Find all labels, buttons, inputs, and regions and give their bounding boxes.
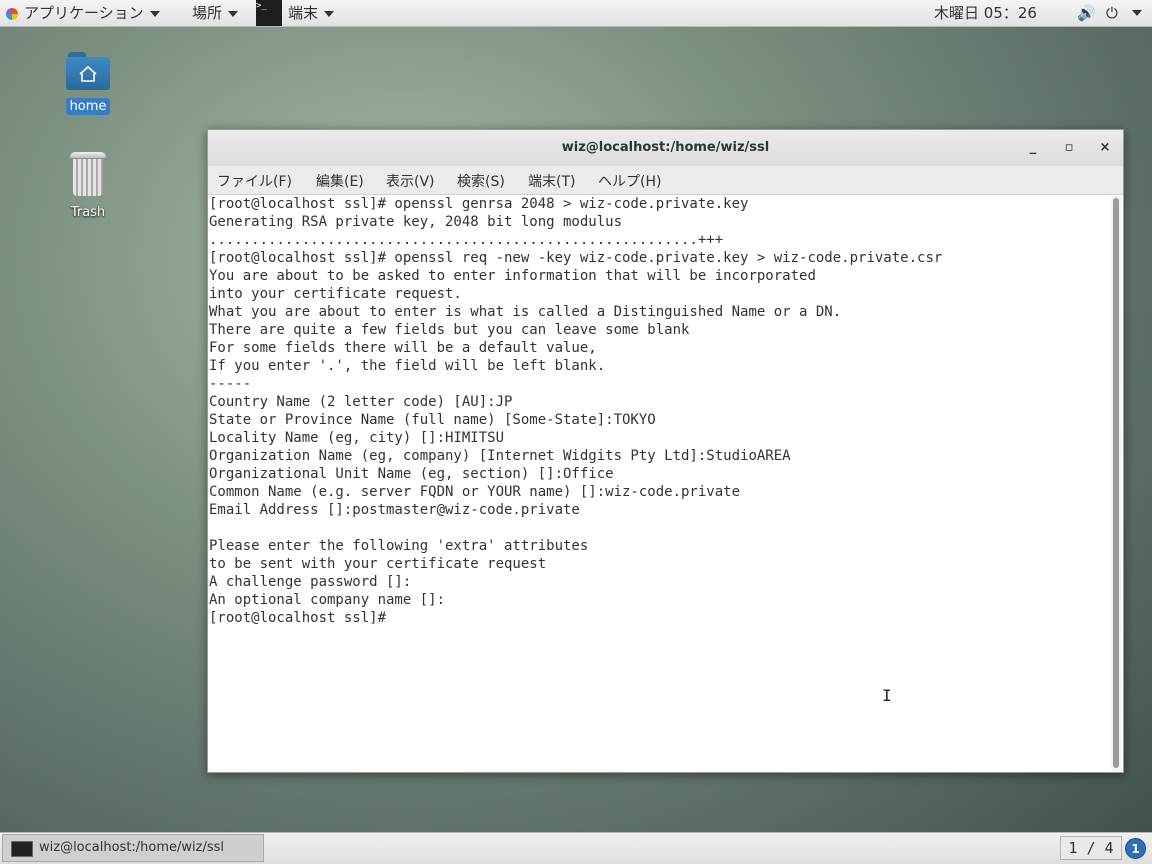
terminal-line: Generating RSA private key, 2048 bit lon… (209, 214, 623, 230)
system-menu-chevron-icon[interactable] (1132, 10, 1142, 16)
window-title: wiz@localhost:/home/wiz/ssl (561, 140, 770, 155)
terminal-app-menu[interactable]: >_ 端末 (256, 0, 335, 26)
terminal-line: into your certificate request. (209, 286, 462, 302)
menu-edit[interactable]: 編集(E) (316, 171, 364, 191)
terminal-line: Locality Name (eg, city) []:HIMITSU (209, 430, 505, 446)
text-cursor-icon: I (882, 686, 892, 705)
bottom-panel: wiz@localhost:/home/wiz/ssl 1 / 4 1 (0, 832, 1152, 864)
applications-menu[interactable]: アプリケーション (6, 0, 160, 26)
menu-bar: ファイル(F) 編集(E) 表示(V) 検索(S) 端末(T) ヘルプ(H) (208, 166, 1123, 195)
terminal-line: [root@localhost ssl]# openssl req -new -… (209, 250, 943, 266)
scrollbar-thumb[interactable] (1113, 198, 1119, 768)
volume-icon[interactable]: 🔊 (1077, 4, 1096, 22)
menu-search[interactable]: 検索(S) (457, 171, 505, 191)
desktop-icon-trash[interactable]: Trash (48, 152, 128, 221)
chevron-down-icon (149, 10, 160, 17)
maximize-button[interactable]: ▫ (1060, 139, 1078, 157)
terminal-output[interactable]: [root@localhost ssl]# openssl genrsa 204… (209, 195, 1109, 772)
terminal-line: ........................................… (209, 232, 724, 248)
terminal-line: What you are about to enter is what is c… (209, 304, 842, 320)
home-label: home (65, 98, 111, 115)
close-button[interactable]: × (1096, 139, 1114, 157)
places-label: 場所 (192, 4, 223, 22)
terminal-line: Please enter the following 'extra' attri… (209, 538, 589, 554)
terminal-line: Common Name (e.g. server FQDN or YOUR na… (209, 484, 741, 500)
power-icon[interactable]: ⏻ (1106, 4, 1118, 22)
terminal-line: ----- (209, 376, 252, 392)
terminal-line: Country Name (2 letter code) [AU]:JP (209, 394, 513, 410)
trash-label: Trash (70, 205, 106, 220)
menu-view[interactable]: 表示(V) (386, 171, 435, 191)
menu-help[interactable]: ヘルプ(H) (598, 171, 661, 191)
window-titlebar[interactable]: wiz@localhost:/home/wiz/ssl _ ▫ × (208, 130, 1123, 166)
terminal-line: Organizational Unit Name (eg, section) [… (209, 466, 614, 482)
chevron-down-icon (228, 10, 239, 17)
menu-terminal[interactable]: 端末(T) (528, 171, 575, 191)
places-menu[interactable]: 場所 (192, 0, 239, 26)
applications-icon (6, 7, 18, 20)
trash-icon (70, 152, 106, 196)
minimize-button[interactable]: _ (1024, 139, 1042, 157)
desktop-icon-home[interactable]: home (48, 52, 128, 115)
applications-label: アプリケーション (24, 4, 144, 22)
chevron-down-icon (324, 10, 335, 17)
terminal-line: For some fields there will be a default … (209, 340, 597, 356)
terminal-line: Email Address []:postmaster@wiz-code.pri… (209, 502, 580, 518)
notification-badge[interactable]: 1 (1125, 838, 1146, 859)
home-folder-icon (66, 52, 110, 90)
taskbar-window-label: wiz@localhost:/home/wiz/ssl (39, 840, 225, 855)
top-panel: アプリケーション 場所 >_ 端末 木曜日 05：26 🔊 ⏻ (0, 0, 1152, 27)
taskbar-window-button[interactable]: wiz@localhost:/home/wiz/ssl (2, 834, 264, 862)
terminal-line: [root@localhost ssl]# (209, 610, 395, 626)
scrollbar[interactable] (1111, 196, 1121, 771)
terminal-line: State or Province Name (full name) [Some… (209, 412, 656, 428)
terminal-line: An optional company name []: (209, 592, 446, 608)
terminal-line: If you enter '.', the field will be left… (209, 358, 606, 374)
menu-file[interactable]: ファイル(F) (217, 171, 292, 191)
terminal-line: Organization Name (eg, company) [Interne… (209, 448, 791, 464)
terminal-app-label: 端末 (288, 4, 319, 22)
terminal-line: A challenge password []: (209, 574, 412, 590)
terminal-icon: >_ (256, 0, 282, 26)
terminal-icon (11, 841, 33, 857)
terminal-line: to be sent with your certificate request (209, 556, 547, 572)
terminal-window: wiz@localhost:/home/wiz/ssl _ ▫ × ファイル(F… (207, 129, 1124, 773)
workspace-indicator[interactable]: 1 / 4 (1060, 836, 1122, 860)
terminal-line: You are about to be asked to enter infor… (209, 268, 816, 284)
clock[interactable]: 木曜日 05：26 (934, 0, 1037, 26)
terminal-line: There are quite a few fields but you can… (209, 322, 690, 338)
terminal-line: [root@localhost ssl]# openssl genrsa 204… (209, 196, 749, 212)
